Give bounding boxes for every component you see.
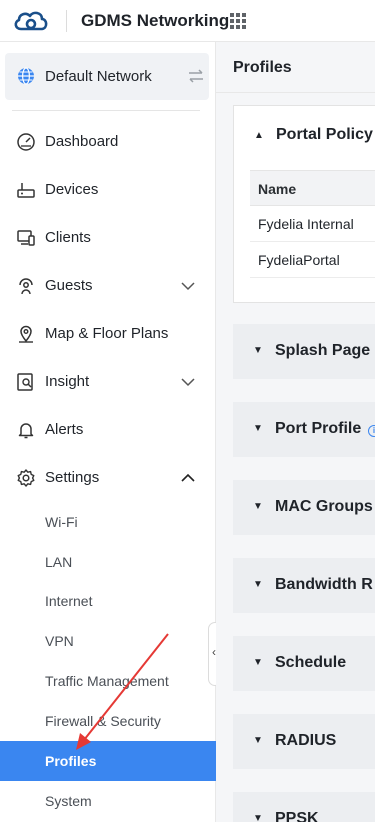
annotation-arrow <box>76 633 169 750</box>
